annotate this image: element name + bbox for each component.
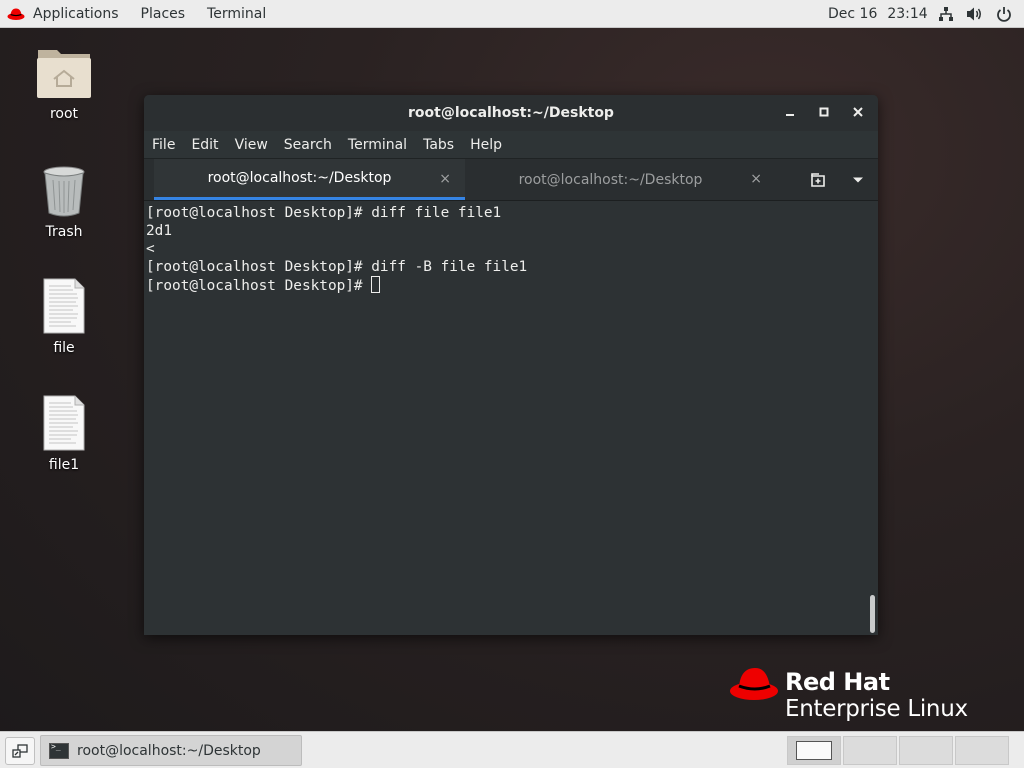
desktop-icon-label: Trash: [45, 224, 83, 240]
top-panel: Applications Places Terminal Dec 16 23:14: [0, 0, 1024, 28]
desktop-icon-label: file1: [48, 457, 80, 473]
tab-label: root@localhost:~/Desktop: [207, 170, 392, 186]
tab-label: root@localhost:~/Desktop: [518, 171, 703, 188]
menu-edit[interactable]: Edit: [183, 137, 226, 153]
terminal-text: [root@localhost Desktop]# diff file file…: [146, 204, 527, 295]
clock-time: 23:14: [887, 6, 928, 22]
redhat-logo-icon: [7, 8, 25, 20]
terminal-prompt: [root@localhost Desktop]#: [146, 278, 372, 294]
text-file-icon: [43, 395, 85, 451]
show-desktop-icon: [12, 744, 28, 758]
desktop-icon-label: root: [49, 106, 79, 122]
volume-icon: [967, 7, 981, 21]
menu-file[interactable]: File: [144, 137, 183, 153]
applications-label[interactable]: Applications: [33, 0, 130, 28]
home-folder-icon: [37, 50, 91, 98]
workspace-switcher: [787, 736, 1009, 765]
new-tab-button[interactable]: [798, 159, 838, 200]
trash-icon: [43, 166, 85, 217]
menu-terminal[interactable]: Terminal: [340, 137, 415, 153]
tab-active[interactable]: root@localhost:~/Desktop ×: [154, 159, 465, 200]
tab-close-icon[interactable]: ×: [439, 171, 451, 187]
new-tab-icon: [811, 172, 825, 187]
top-menu: Applications Places Terminal: [0, 0, 277, 28]
taskbar-item-label: root@localhost:~/Desktop: [77, 742, 261, 759]
workspace-window-thumbnail: [796, 741, 832, 760]
menu-help[interactable]: Help: [462, 137, 510, 153]
maximize-icon[interactable]: [816, 105, 832, 121]
brand-line1: Red Hat: [785, 668, 890, 696]
system-tray[interactable]: [938, 0, 1012, 28]
terminal-icon: [49, 742, 69, 759]
taskbar-item-terminal[interactable]: root@localhost:~/Desktop: [40, 735, 302, 766]
terminal-output[interactable]: [root@localhost Desktop]# diff file file…: [144, 201, 878, 635]
scrollbar[interactable]: [870, 595, 875, 633]
menu-search[interactable]: Search: [276, 137, 340, 153]
workspace-3[interactable]: [899, 736, 953, 765]
menu-view[interactable]: View: [227, 137, 276, 153]
redhat-logo-icon: [730, 668, 778, 700]
chevron-down-icon: [853, 177, 863, 182]
window-menubar: File Edit View Search Terminal Tabs Help: [144, 131, 878, 159]
window-title: root@localhost:~/Desktop: [408, 105, 614, 121]
clock-date: Dec 16: [828, 6, 878, 22]
tab-close-icon[interactable]: ×: [750, 171, 762, 187]
places-menu[interactable]: Places: [130, 0, 197, 28]
text-file-icon: [43, 278, 85, 334]
desktop-icon-root[interactable]: root: [24, 38, 104, 122]
terminal-window[interactable]: root@localhost:~/Desktop File Edit View …: [144, 95, 878, 635]
terminal-line: [root@localhost Desktop]# diff file file…: [146, 205, 502, 221]
show-desktop-button[interactable]: [5, 737, 35, 765]
tab-menu-button[interactable]: [838, 159, 878, 200]
workspace-2[interactable]: [843, 736, 897, 765]
terminal-line: <: [146, 241, 155, 257]
workspace-4[interactable]: [955, 736, 1009, 765]
terminal-prompt-line: [root@localhost Desktop]#: [146, 276, 527, 295]
tab-bar: root@localhost:~/Desktop × root@localhos…: [144, 159, 878, 201]
desktop-icon-label: file: [53, 340, 75, 356]
tab-actions: [798, 159, 878, 200]
clock[interactable]: Dec 16 23:14: [828, 0, 928, 28]
window-controls: [782, 95, 866, 131]
bottom-panel: root@localhost:~/Desktop: [0, 731, 1024, 768]
redhat-branding: Red Hat Enterprise Linux: [730, 662, 990, 722]
brand-line2: Enterprise Linux: [785, 696, 968, 722]
desktop-icon-trash[interactable]: Trash: [24, 156, 104, 240]
minimize-icon[interactable]: [782, 105, 798, 121]
close-icon[interactable]: [850, 105, 866, 121]
network-icon: [939, 7, 953, 21]
terminal-app-menu[interactable]: Terminal: [196, 0, 277, 28]
terminal-line: 2d1: [146, 223, 172, 239]
menu-tabs[interactable]: Tabs: [415, 137, 462, 153]
terminal-line: [root@localhost Desktop]# diff -B file f…: [146, 259, 528, 275]
desktop-icon-file1[interactable]: file1: [24, 389, 104, 473]
power-icon: [997, 7, 1011, 22]
applications-menu[interactable]: Applications: [0, 0, 130, 28]
desktop-icon-file[interactable]: file: [24, 272, 104, 356]
window-titlebar[interactable]: root@localhost:~/Desktop: [144, 95, 878, 131]
workspace-1[interactable]: [787, 736, 841, 765]
tab-inactive[interactable]: root@localhost:~/Desktop ×: [465, 159, 776, 200]
terminal-cursor: [371, 276, 381, 293]
